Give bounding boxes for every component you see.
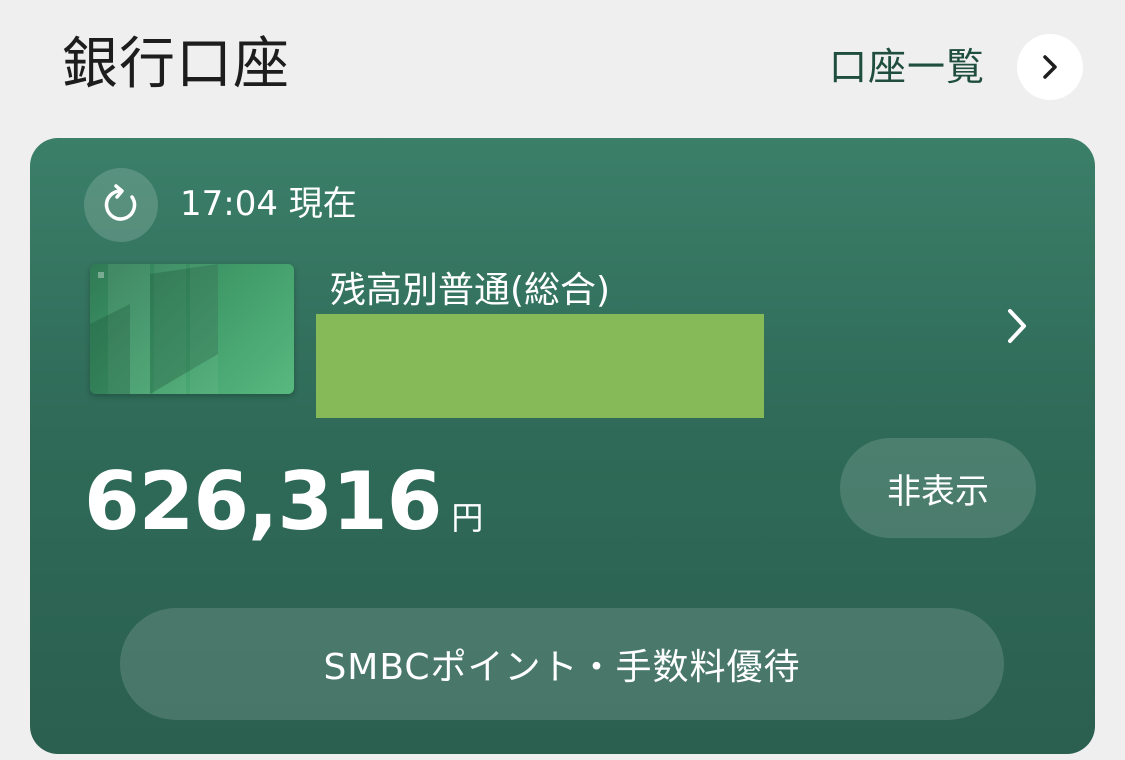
updated-time: 17:04 現在 — [180, 184, 357, 224]
balance-unit: 円 — [451, 499, 484, 537]
balance: 626,316 円 — [84, 454, 483, 550]
refresh-button[interactable] — [84, 168, 158, 242]
chevron-right-icon — [1043, 55, 1057, 79]
refresh-icon — [104, 184, 137, 221]
hide-balance-button[interactable]: 非表示 — [840, 438, 1036, 538]
card-pattern-graphic — [90, 264, 218, 394]
cash-card-image — [90, 264, 294, 394]
account-name: 残高別普通(総合) — [330, 270, 611, 311]
smbc-point-perk-button[interactable]: SMBCポイント・手数料優待 — [120, 608, 1004, 720]
bank-account-card: 17:04 現在 残高別普通(総合) 626,316 円 非表示 SMBCポイン… — [30, 138, 1095, 754]
account-list-link[interactable]: 口座一覧 — [829, 44, 985, 90]
balance-amount: 626,316 — [84, 455, 442, 548]
redacted-account-number — [316, 314, 764, 418]
page-title: 銀行口座 — [62, 32, 290, 97]
account-list-button[interactable] — [1017, 34, 1083, 100]
chevron-right-icon[interactable] — [1002, 306, 1032, 346]
